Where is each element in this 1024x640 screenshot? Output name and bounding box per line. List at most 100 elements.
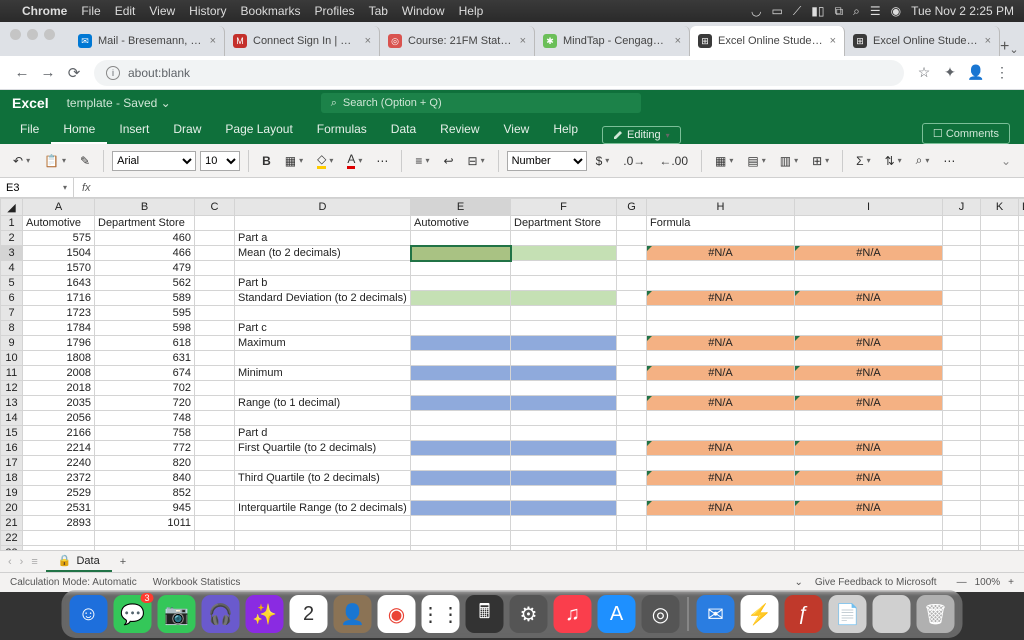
cell[interactable] [511,246,617,261]
back-button[interactable]: ← [10,64,34,81]
cell[interactable]: Range (to 1 decimal) [235,396,411,411]
cell[interactable]: #N/A [647,366,795,381]
cell[interactable] [195,291,235,306]
cell[interactable] [943,546,981,551]
dock-app[interactable]: ♫ [554,595,592,633]
battery-icon[interactable]: ▮▯ [811,4,824,18]
cell[interactable] [511,261,617,276]
cell[interactable]: 852 [95,486,195,501]
undo-button[interactable]: ↶▾ [8,151,35,171]
cell[interactable] [1019,261,1024,276]
cell[interactable]: Part c [235,321,411,336]
cond-format-button[interactable]: ▦▾ [710,151,738,171]
bold-button[interactable]: B [257,151,276,171]
dock-app[interactable]: ⋮⋮ [422,595,460,633]
cell[interactable] [1019,351,1024,366]
cell[interactable] [1019,321,1024,336]
cell[interactable]: #N/A [795,366,943,381]
cell[interactable] [647,516,795,531]
cell[interactable] [647,426,795,441]
cell[interactable]: First Quartile (to 2 decimals) [235,441,411,456]
cell[interactable] [981,396,1019,411]
merge-button[interactable]: ⊟▾ [463,151,490,171]
cell[interactable] [795,276,943,291]
dock-app[interactable]: 💬 [114,595,152,633]
cell[interactable] [1019,291,1024,306]
cell[interactable]: #N/A [795,336,943,351]
window-controls[interactable] [10,29,55,40]
row-header[interactable]: 18 [1,471,23,486]
menu-item[interactable]: Help [459,4,484,18]
cell[interactable]: #N/A [795,501,943,516]
add-sheet-button[interactable]: + [120,556,126,568]
control-center-icon[interactable]: ☰ [870,4,881,18]
cell[interactable] [981,276,1019,291]
column-header[interactable]: C [195,199,235,216]
siri-icon[interactable]: ◉ [891,4,901,18]
zoom-out[interactable]: — [957,577,967,588]
ribbon-tab[interactable]: Formulas [305,116,379,144]
cell[interactable] [617,321,647,336]
row-header[interactable]: 4 [1,261,23,276]
cell[interactable]: 1643 [23,276,95,291]
select-all[interactable]: ◢ [1,199,23,216]
cell[interactable] [981,411,1019,426]
cell[interactable] [795,231,943,246]
cell[interactable] [795,456,943,471]
cell[interactable] [235,351,411,366]
row-header[interactable]: 11 [1,366,23,381]
cell[interactable] [411,501,511,516]
cell[interactable]: #N/A [647,471,795,486]
cell[interactable]: 1723 [23,306,95,321]
doc-name[interactable]: template - Saved ⌄ [67,96,171,110]
cell[interactable] [195,216,235,231]
cell[interactable] [943,291,981,306]
paste-button[interactable]: 📋▾ [39,151,71,171]
cell[interactable] [511,411,617,426]
cell[interactable] [943,501,981,516]
dock-app[interactable]: ✉ [697,595,735,633]
cell[interactable] [411,471,511,486]
cell[interactable] [511,486,617,501]
cell[interactable] [411,411,511,426]
fill-color-button[interactable]: ◇▾ [312,149,338,172]
cell[interactable]: #N/A [647,291,795,306]
cell[interactable] [795,381,943,396]
cell[interactable] [195,516,235,531]
row-header[interactable]: 5 [1,276,23,291]
row-header[interactable]: 12 [1,381,23,396]
cell[interactable] [195,486,235,501]
cell[interactable] [647,381,795,396]
cell[interactable] [647,531,795,546]
cell[interactable]: 631 [95,351,195,366]
chrome-menu-icon[interactable]: ⋮ [990,64,1014,81]
cell[interactable] [411,261,511,276]
cell[interactable]: Automotive [23,216,95,231]
cell[interactable] [1019,336,1024,351]
cell[interactable] [235,381,411,396]
cell[interactable]: 2018 [23,381,95,396]
cell[interactable] [195,321,235,336]
ribbon-tab[interactable]: Page Layout [213,116,304,144]
column-header[interactable]: I [795,199,943,216]
cell[interactable] [943,276,981,291]
cell[interactable] [981,336,1019,351]
cell[interactable] [617,441,647,456]
cell[interactable]: 479 [95,261,195,276]
menu-item[interactable]: File [81,4,100,18]
cell[interactable] [795,216,943,231]
cell[interactable] [195,396,235,411]
dock-app[interactable]: 2 [290,595,328,633]
spreadsheet-grid[interactable]: ◢ABCDEFGHIJKL 1AutomotiveDepartment Stor… [0,198,1024,550]
cell[interactable]: Formula [647,216,795,231]
cell[interactable] [617,411,647,426]
ribbon-tab[interactable]: Help [541,116,590,144]
row-header[interactable]: 7 [1,306,23,321]
more-font[interactable]: ⋯ [371,151,393,171]
row-header[interactable]: 6 [1,291,23,306]
cell[interactable] [511,546,617,551]
cell[interactable] [981,291,1019,306]
clock[interactable]: Tue Nov 2 2:25 PM [911,4,1014,18]
cell[interactable] [411,351,511,366]
tab-list-button[interactable]: ⌄ [1009,43,1018,56]
